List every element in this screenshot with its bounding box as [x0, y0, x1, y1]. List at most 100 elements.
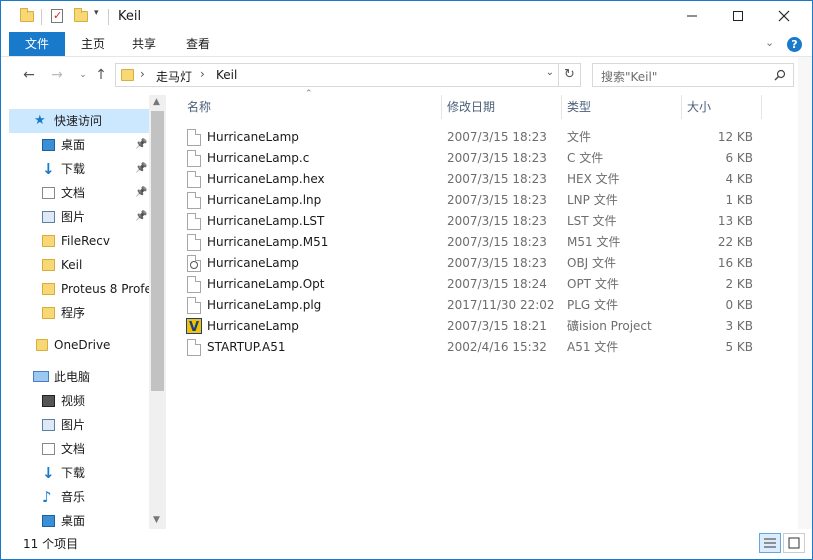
pin-icon[interactable]: 📌 [135, 157, 147, 181]
close-button[interactable] [761, 1, 807, 31]
details-view-icon [764, 538, 776, 548]
refresh-button[interactable]: ↻ [559, 63, 581, 87]
large-icons-view-button[interactable] [783, 533, 805, 553]
column-header-size[interactable]: 大小 [687, 95, 711, 119]
forward-button[interactable]: → [47, 65, 67, 85]
file-date: 2002/4/16 15:32 [447, 340, 547, 354]
file-row[interactable]: HurricaneLamp.M51 2007/3/15 18:23 M51 文件 22… [177, 232, 777, 253]
up-button[interactable]: ↑ [91, 65, 111, 85]
search-input[interactable]: 搜索"Keil" [592, 63, 794, 87]
document-icon [42, 187, 55, 199]
customize-quick-access-icon[interactable]: ▾ [94, 8, 99, 18]
search-icon[interactable] [774, 69, 786, 81]
nav-item[interactable]: FileRecv [9, 229, 149, 253]
expand-ribbon-icon[interactable]: ⌄ [765, 36, 774, 49]
file-icon [187, 339, 201, 356]
column-divider[interactable] [681, 95, 682, 119]
file-date: 2007/3/15 18:23 [447, 256, 547, 270]
file-icon [187, 213, 201, 230]
folder-icon [42, 259, 55, 271]
chevron-right-icon[interactable]: › [140, 67, 145, 81]
pin-icon[interactable]: 📌 [135, 181, 147, 205]
nav-item[interactable]: ♪ 音乐 [9, 485, 149, 509]
tab-home[interactable]: 主页 [73, 32, 113, 56]
details-view-button[interactable] [759, 533, 781, 553]
file-icon [187, 129, 201, 146]
nav-item[interactable]: ↓ 下载 📌 [9, 157, 149, 181]
column-header-date[interactable]: 修改日期 [447, 95, 495, 119]
scroll-down-icon[interactable]: ▼ [153, 515, 160, 525]
desktop-icon [42, 139, 55, 151]
maximize-button[interactable] [715, 1, 761, 31]
file-icon [187, 150, 201, 167]
file-row[interactable]: HurricaneLamp.hex 2007/3/15 18:23 HEX 文件 4 … [177, 169, 777, 190]
pin-icon[interactable]: 📌 [135, 133, 147, 157]
file-row[interactable]: HurricaneLamp 2007/3/15 18:23 OBJ 文件 16 KB [177, 253, 777, 274]
nav-item[interactable]: 文档 [9, 437, 149, 461]
ribbon: 文件 主页 共享 查看 ⌄ ? [1, 32, 812, 57]
back-button[interactable]: ← [19, 65, 39, 85]
file-date: 2007/3/15 18:23 [447, 214, 547, 228]
column-header-type[interactable]: 类型 [567, 95, 591, 119]
file-name: HurricaneLamp.M51 [207, 235, 329, 249]
file-row[interactable]: V HurricaneLamp 2007/3/15 18:21 礦ision Proj… [177, 316, 777, 337]
tab-file[interactable]: 文件 [9, 32, 65, 56]
nav-onedrive[interactable]: OneDrive [9, 333, 149, 357]
column-header-name[interactable]: 名称 [187, 95, 211, 119]
divider [41, 9, 42, 25]
folder-icon [36, 339, 48, 351]
nav-this-pc[interactable]: 此电脑 [9, 365, 149, 389]
nav-item[interactable]: 桌面 📌 [9, 133, 149, 157]
nav-item[interactable]: Proteus 8 Profe [9, 277, 149, 301]
nav-scrollbar[interactable]: ▲ ▼ [149, 95, 166, 529]
file-row[interactable]: HurricaneLamp 2007/3/15 18:23 文件 12 KB [177, 127, 777, 148]
file-row[interactable]: HurricaneLamp.Opt 2007/3/15 18:24 OPT 文件 2 … [177, 274, 777, 295]
minimize-button[interactable] [669, 1, 715, 31]
file-row[interactable]: HurricaneLamp.c 2007/3/15 18:23 C 文件 6 KB [177, 148, 777, 169]
breadcrumb-segment[interactable]: 走马灯 [156, 68, 192, 85]
column-divider[interactable] [761, 95, 762, 119]
nav-item[interactable]: 图片 [9, 413, 149, 437]
column-divider[interactable] [441, 95, 442, 119]
nav-item[interactable]: Keil [9, 253, 149, 277]
scroll-thumb[interactable] [151, 111, 164, 391]
window-title: Keil [118, 9, 142, 24]
file-size: 5 KB [725, 340, 753, 354]
folder-icon [42, 235, 55, 247]
picture-icon [42, 419, 55, 431]
file-size: 1 KB [725, 193, 753, 207]
title-bar: ▾ Keil [1, 1, 812, 32]
nav-item[interactable]: 图片 📌 [9, 205, 149, 229]
nav-item[interactable]: 文档 📌 [9, 181, 149, 205]
file-type: PLG 文件 [567, 298, 619, 312]
nav-quick-access[interactable]: ★ 快速访问 [9, 109, 149, 133]
file-size: 6 KB [725, 151, 753, 165]
file-row[interactable]: HurricaneLamp.plg 2017/11/30 22:02 PLG 文件 0… [177, 295, 777, 316]
tab-view[interactable]: 查看 [177, 32, 219, 56]
nav-item[interactable]: ↓ 下载 [9, 461, 149, 485]
recent-locations-button[interactable]: ⌄ [73, 65, 93, 85]
properties-icon[interactable] [51, 9, 63, 23]
scroll-up-icon[interactable]: ▲ [153, 97, 160, 107]
file-row[interactable]: STARTUP.A51 2002/4/16 15:32 A51 文件 5 KB [177, 337, 777, 358]
address-dropdown-icon[interactable]: ⌄ [546, 67, 554, 78]
search-placeholder: 搜索"Keil" [601, 70, 658, 84]
file-row[interactable]: HurricaneLamp.lnp 2007/3/15 18:23 LNP 文件 1 … [177, 190, 777, 211]
help-icon[interactable]: ? [787, 37, 802, 52]
chevron-right-icon[interactable]: › [200, 67, 205, 81]
file-name: HurricaneLamp.Opt [207, 277, 325, 291]
tab-share[interactable]: 共享 [123, 32, 165, 56]
column-divider[interactable] [561, 95, 562, 119]
music-icon: ♪ [42, 488, 52, 506]
new-folder-icon[interactable] [74, 8, 88, 22]
breadcrumb-segment[interactable]: Keil [216, 68, 237, 82]
file-size: 13 KB [717, 214, 753, 228]
address-bar[interactable]: › 走马灯 › Keil ⌄ [115, 63, 559, 87]
nav-item[interactable]: 桌面 [9, 509, 149, 529]
file-row[interactable]: HurricaneLamp.LST 2007/3/15 18:23 LST 文件 13… [177, 211, 777, 232]
nav-item[interactable]: 视频 [9, 389, 149, 413]
pin-icon[interactable]: 📌 [135, 205, 147, 229]
file-date: 2017/11/30 22:02 [447, 298, 555, 312]
nav-item[interactable]: 程序 [9, 301, 149, 325]
file-type: M51 文件 [567, 235, 621, 249]
